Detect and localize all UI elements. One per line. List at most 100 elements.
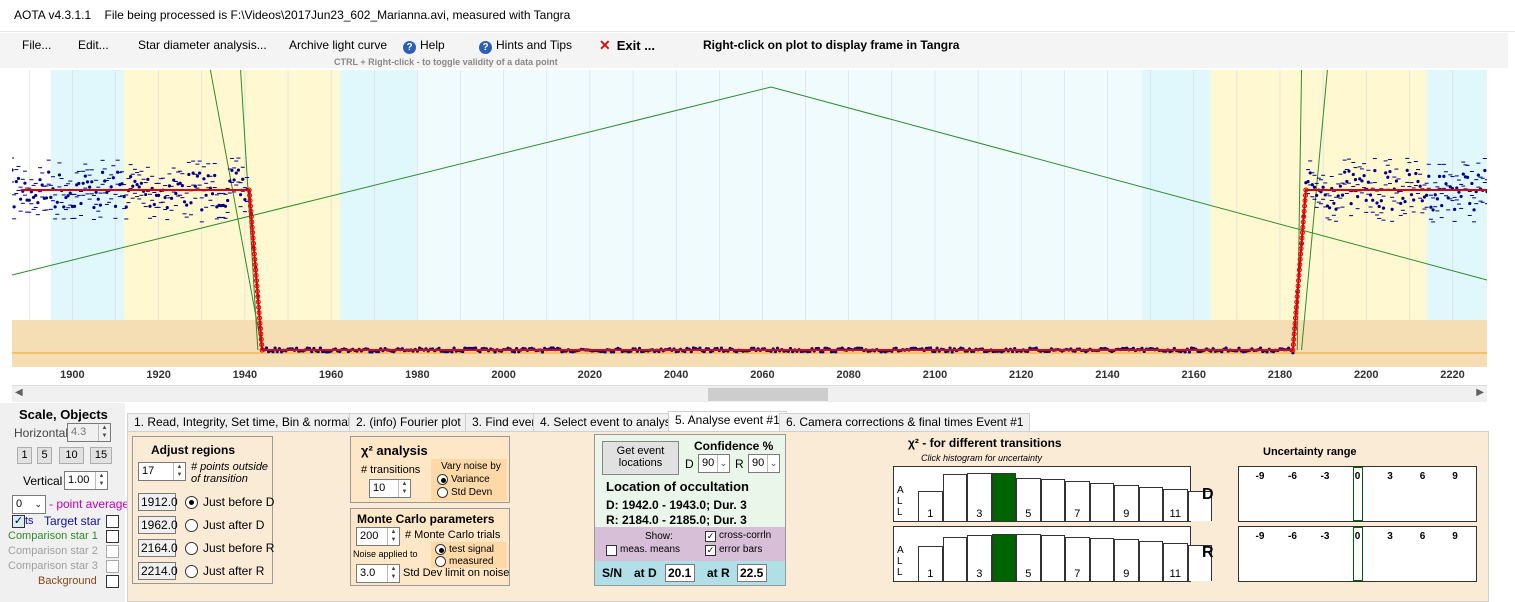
region-before-d-radio[interactable] <box>185 496 198 509</box>
uncertainty-tick-label: 9 <box>1452 471 1458 482</box>
region-before-r-radio[interactable] <box>185 542 198 555</box>
d-histogram-bar[interactable] <box>991 473 1016 521</box>
file-menu[interactable]: File... <box>22 38 51 52</box>
spin-arrows-icon[interactable]: ▲ ▼ <box>98 424 110 441</box>
uncertainty-tick-label: 6 <box>1419 471 1426 482</box>
uncertainty-tick-label: -9 <box>1255 531 1265 542</box>
spin-arrows-icon[interactable]: ▲ ▼ <box>387 528 399 545</box>
scroll-left-icon[interactable]: ◀ <box>15 387 23 398</box>
help-menu[interactable]: ? Help <box>403 38 445 54</box>
scale-10-button[interactable]: 10 <box>59 447 84 464</box>
x-tick-label: 2100 <box>922 369 948 381</box>
archive-light-curve-menu[interactable]: Archive light curve <box>289 38 387 52</box>
measured-label[interactable]: measured <box>449 556 493 567</box>
point-average-select[interactable]: 0 ⌄ <box>12 495 46 514</box>
chevron-down-icon: ⌄ <box>34 499 42 509</box>
scale-5-button[interactable]: 5 <box>37 447 52 464</box>
vertical-scale-input[interactable]: 1.00 ▲ ▼ <box>64 471 108 490</box>
r-histogram-bar[interactable] <box>1040 535 1065 581</box>
data-point <box>146 177 150 181</box>
target-star-checkbox[interactable] <box>106 515 119 528</box>
data-point <box>1472 208 1476 212</box>
points-outside-input[interactable]: 17 ▲ ▼ <box>138 462 186 481</box>
region-after-d-radio[interactable] <box>185 519 198 532</box>
comparison-star-1-checkbox[interactable] <box>106 530 119 543</box>
get-event-locations-button[interactable]: Get event locations <box>602 441 679 475</box>
histogram-side-label: L <box>897 556 903 567</box>
cross-corr-checkbox[interactable]: ✓ <box>705 531 716 542</box>
scroll-thumb[interactable] <box>708 388 828 401</box>
d-histogram-bar[interactable] <box>1040 478 1065 521</box>
r-histogram-bar[interactable] <box>1138 540 1163 581</box>
data-point <box>1412 198 1416 202</box>
region-after-r-label[interactable]: Just after R <box>203 564 264 578</box>
confidence-r-select[interactable]: 90 ⌄ <box>748 454 780 473</box>
scale-objects-panel: Scale, Objects Horizontal 4.3 ▲ ▼ 1 5 10 1… <box>0 403 129 602</box>
region-after-d-label[interactable]: Just after D <box>203 518 264 532</box>
horizontal-scale-input[interactable]: 4.3 ▲ ▼ <box>67 423 111 442</box>
tab-fourier[interactable]: 2. (info) Fourier plot <box>349 413 468 432</box>
data-point <box>1442 174 1446 178</box>
std-devn-label[interactable]: Std Devn <box>451 487 492 498</box>
r-histogram-bar[interactable] <box>991 533 1016 581</box>
data-point <box>103 179 107 183</box>
chi-histogram-d[interactable]: A L L 1 3 5 7 9 11 <box>893 466 1212 522</box>
tab-select-event[interactable]: 4. Select event to analyse <box>533 413 685 432</box>
r-histogram-bar[interactable] <box>1089 537 1114 581</box>
data-point <box>1306 179 1310 184</box>
comparison-star-2-checkbox[interactable] <box>106 545 119 558</box>
comparison-star-3-checkbox[interactable] <box>106 560 119 573</box>
error-bars-label[interactable]: error bars <box>719 544 762 555</box>
monte-carlo-trials-input[interactable]: 200 ▲ ▼ <box>356 527 400 546</box>
light-curve-svg[interactable] <box>10 69 1489 367</box>
scroll-right-icon[interactable]: ▶ <box>1476 387 1484 398</box>
scale-15-button[interactable]: 15 <box>90 447 112 464</box>
variance-label[interactable]: Variance <box>451 474 490 485</box>
test-signal-label[interactable]: test signal <box>449 544 494 555</box>
measured-radio[interactable] <box>435 556 446 567</box>
exit-menu[interactable]: ✕ Exit ... <box>599 37 655 54</box>
confidence-r-label: R <box>735 457 744 471</box>
region-before-r-label[interactable]: Just before R <box>203 541 274 555</box>
cross-corr-label[interactable]: cross-corrln <box>719 530 771 541</box>
uncertainty-tick-label: 3 <box>1387 531 1393 542</box>
star-diameter-menu[interactable]: Star diameter analysis... <box>138 38 267 52</box>
d-histogram-bar[interactable] <box>1138 486 1163 521</box>
d-location-text: D: 1942.0 - 1943.0; Dur. 3 <box>606 498 747 512</box>
meas-means-label[interactable]: meas. means <box>620 544 680 555</box>
variance-radio[interactable] <box>437 474 448 485</box>
data-point <box>129 175 133 179</box>
chi-histogram-r[interactable]: A L L 1 3 5 7 9 11 <box>893 526 1212 582</box>
tab-analyse-event[interactable]: 5. Analyse event #1 <box>668 411 787 432</box>
uncertainty-r-box: -9 -6 -3 0 3 6 9 <box>1238 526 1477 582</box>
target-visible-checkbox[interactable]: ✓ <box>12 515 25 528</box>
region-after-r-radio[interactable] <box>185 565 198 578</box>
spin-arrows-icon[interactable]: ▲ ▼ <box>387 565 399 582</box>
scale-1-button[interactable]: 1 <box>17 447 32 464</box>
transitions-input[interactable]: 10 ▲ ▼ <box>369 479 411 498</box>
meas-means-checkbox[interactable] <box>606 545 617 556</box>
data-point <box>236 168 241 172</box>
hints-menu[interactable]: ? Hints and Tips <box>479 38 572 54</box>
spin-arrows-icon[interactable]: ▲ ▼ <box>95 472 107 489</box>
d-histogram-bar[interactable] <box>942 473 967 521</box>
tab-camera-corrections[interactable]: 6. Camera corrections & final times Even… <box>779 413 1031 432</box>
region-before-r-value: 2164.0 <box>138 539 178 557</box>
std-devn-radio[interactable] <box>437 487 448 498</box>
test-signal-radio[interactable] <box>435 544 446 555</box>
edit-menu[interactable]: Edit... <box>78 38 109 52</box>
d-histogram-bar[interactable] <box>1089 482 1114 521</box>
spin-arrows-icon[interactable]: ▲ ▼ <box>173 463 185 480</box>
tab-read-integrity[interactable]: 1. Read, Integrity, Set time, Bin & norm… <box>127 413 373 432</box>
histogram-x-label: 1 <box>927 568 934 580</box>
region-before-d-label[interactable]: Just before D <box>203 495 274 509</box>
error-bars-checkbox[interactable]: ✓ <box>705 545 716 556</box>
std-dev-limit-input[interactable]: 3.0 ▲ ▼ <box>356 564 400 583</box>
r-histogram-bar[interactable] <box>942 536 967 581</box>
spin-arrows-icon[interactable]: ▲ ▼ <box>398 480 410 497</box>
plot-scrollbar[interactable]: ◀ ▶ <box>12 385 1487 402</box>
light-curve-plot[interactable] <box>10 69 1489 385</box>
background-checkbox[interactable] <box>106 575 119 588</box>
confidence-d-select[interactable]: 90 ⌄ <box>698 454 730 473</box>
x-tick-label: 2020 <box>577 369 603 381</box>
